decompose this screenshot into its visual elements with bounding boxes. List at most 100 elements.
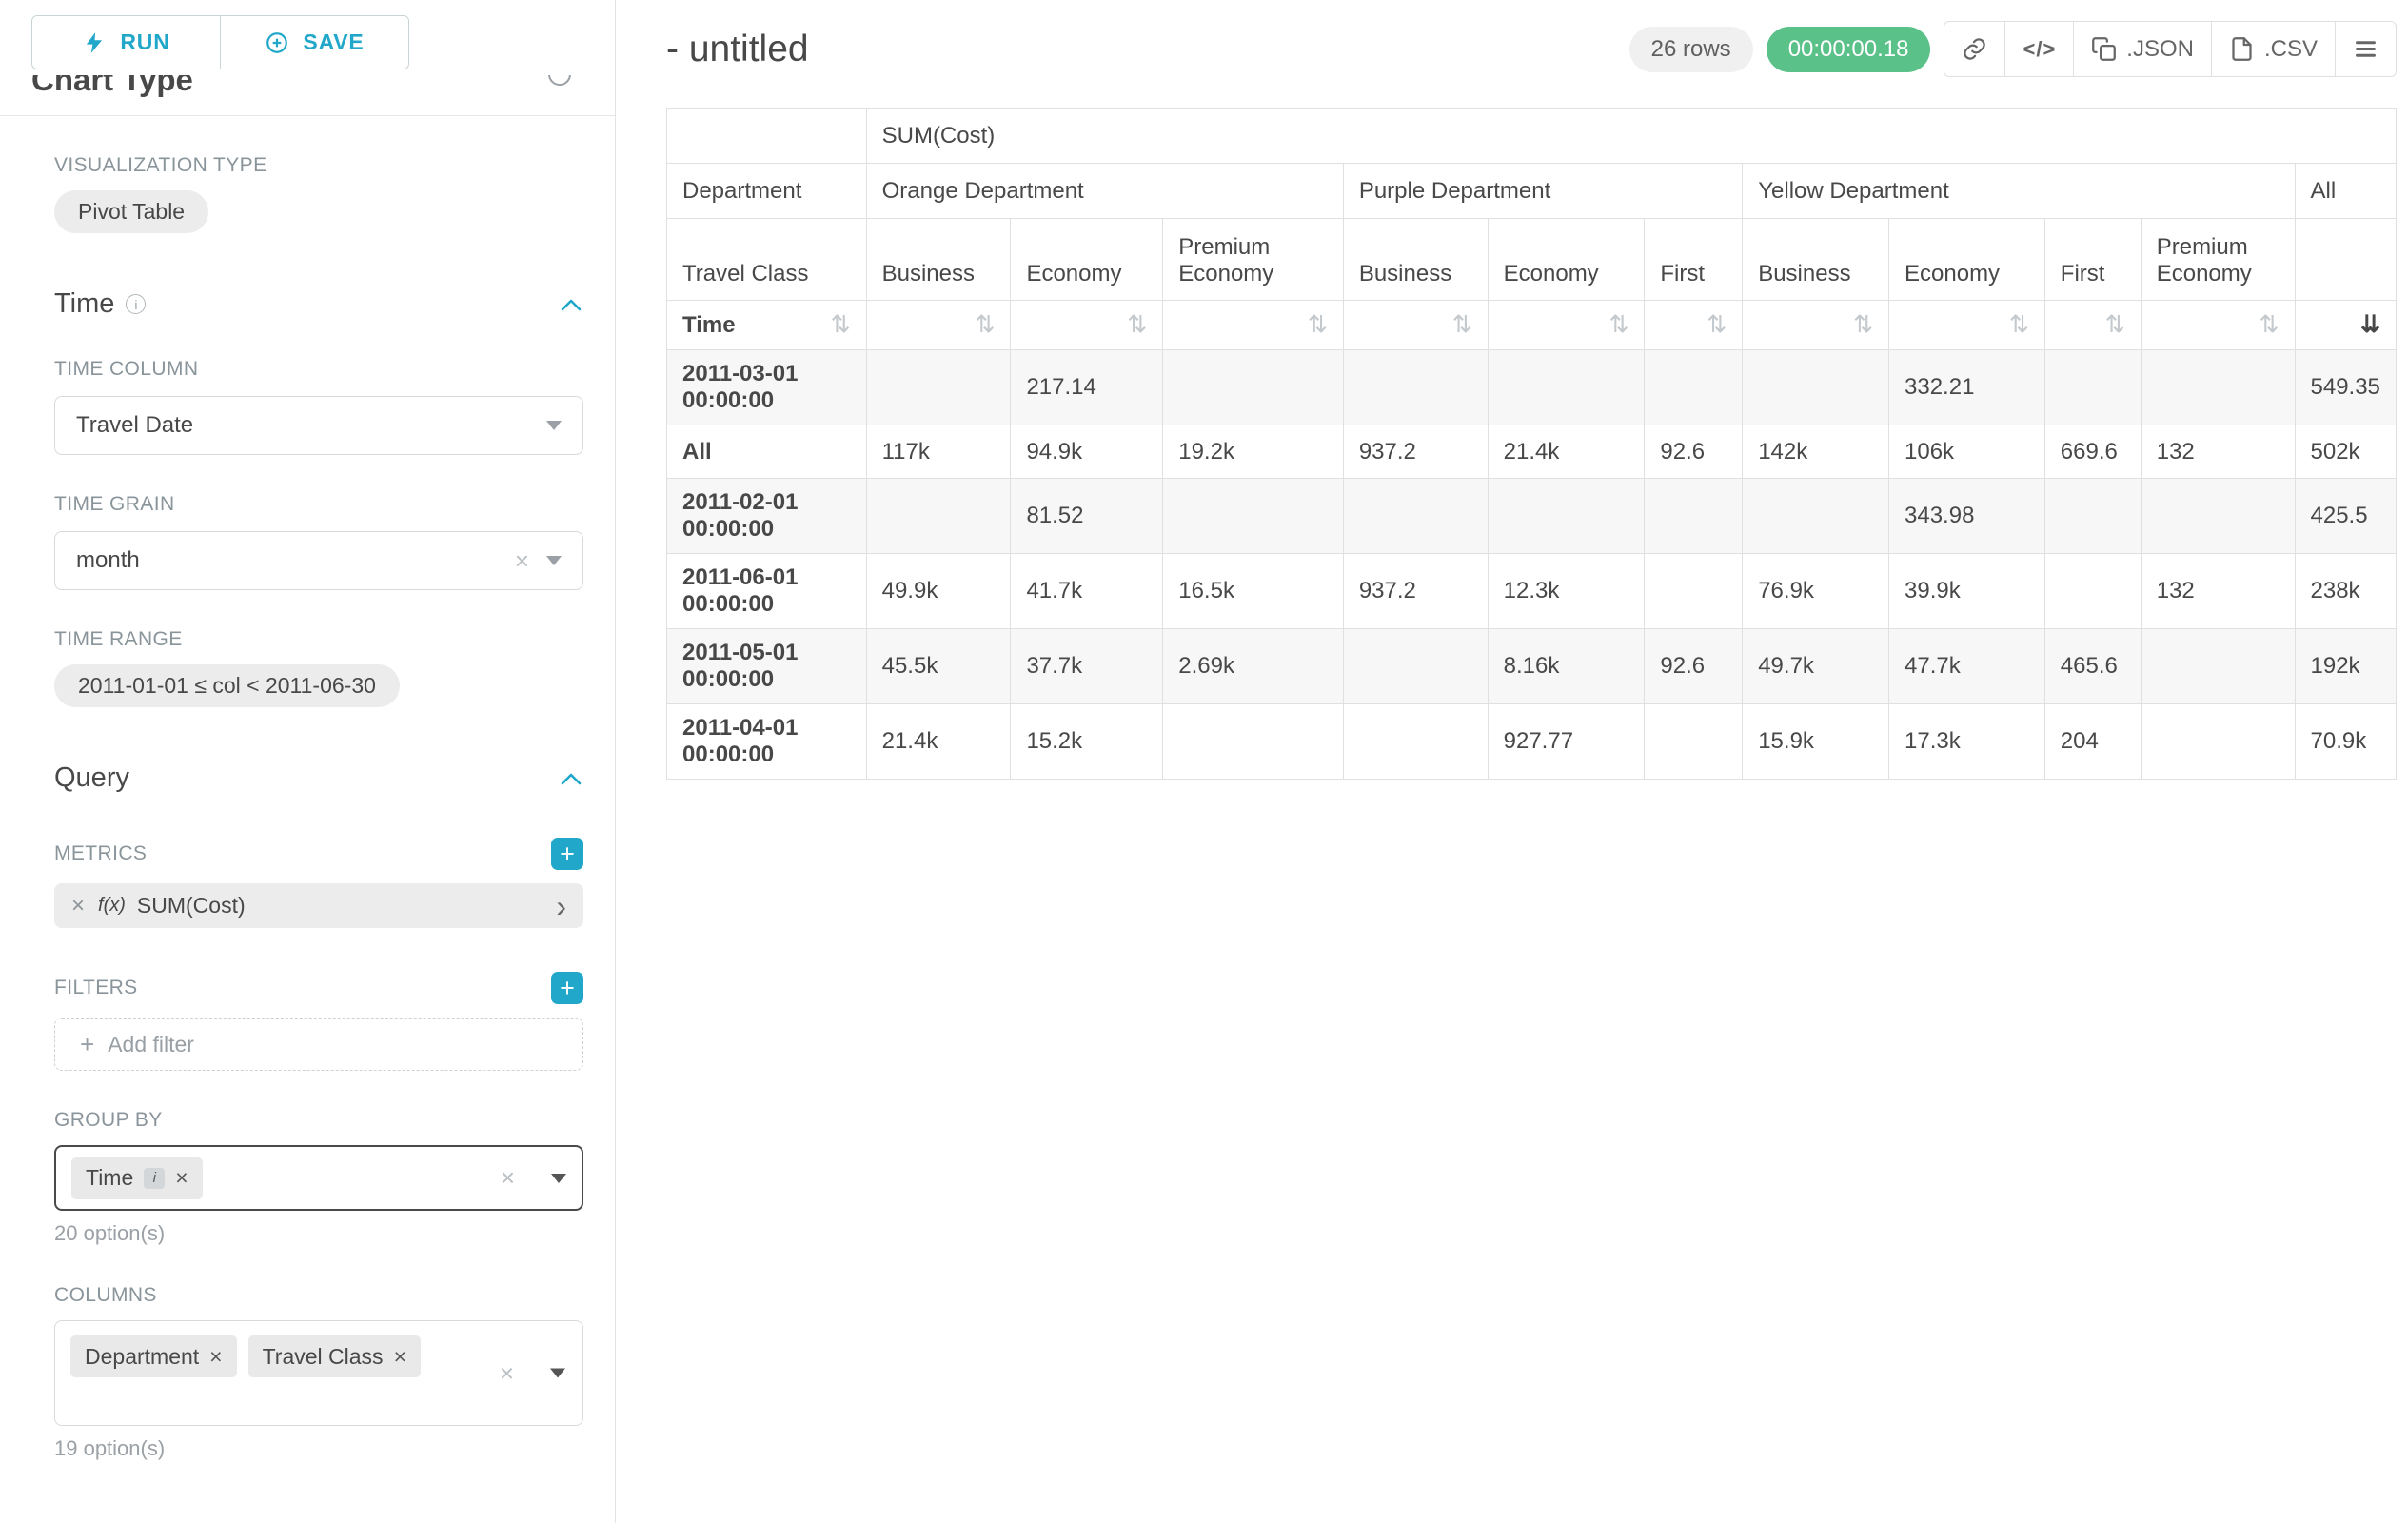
pivot-data-row: 2011-02-01 00:00:0081.52343.98425.5 (667, 479, 2397, 554)
pivot-value-cell: 15.9k (1743, 704, 1889, 780)
pivot-value-cell: 142k (1743, 425, 1889, 479)
pivot-row-header: All (667, 425, 867, 479)
export-json-button[interactable]: .JSON (2073, 21, 2212, 77)
columns-tag: Travel Class × (248, 1335, 421, 1377)
time-header-content: Time ⇅ (682, 312, 851, 339)
filters-label: FILTERS (54, 977, 138, 999)
pivot-sort-cell: ⇅ (1163, 301, 1344, 350)
sort-icon[interactable]: ⇅ (831, 313, 851, 337)
sort-icon[interactable]: ⇅ (2105, 313, 2125, 337)
pivot-value-cell: 204 (2044, 704, 2141, 780)
add-metric-button[interactable]: + (551, 838, 583, 870)
chevron-up-icon[interactable] (559, 770, 583, 787)
time-range-value[interactable]: 2011-01-01 ≤ col < 2011-06-30 (54, 664, 400, 707)
sort-icon[interactable]: ⇅ (975, 313, 995, 337)
pivot-value-cell: 21.4k (866, 704, 1011, 780)
remove-metric-icon[interactable]: × (71, 893, 85, 920)
pivot-class-header: First (2044, 219, 2141, 301)
pivot-value-cell: 76.9k (1743, 554, 1889, 629)
pivot-class-header: Business (1343, 219, 1488, 301)
pivot-sort-cell: ⇅ (1645, 301, 1743, 350)
add-filter-plus-button[interactable]: + (551, 972, 583, 1004)
code-icon: </> (2023, 37, 2056, 62)
sort-icon[interactable]: ⇅ (2009, 313, 2029, 337)
share-link-button[interactable] (1944, 21, 2005, 77)
link-icon (1962, 36, 1987, 62)
chart-type-header: Chart Type (0, 75, 615, 102)
pivot-value-cell: 937.2 (1343, 554, 1488, 629)
columns-tag-label: Department (85, 1344, 199, 1370)
sort-icon[interactable]: ⇅ (1707, 313, 1727, 337)
sort-cell-content: ⇅ (1758, 313, 1873, 337)
time-section-header[interactable]: Time i (54, 288, 583, 320)
sort-cell-content: ⇅ (1026, 313, 1147, 337)
metric-item[interactable]: × f(x) SUM(Cost) › (54, 883, 583, 928)
pivot-value-cell: 47.7k (1889, 629, 2045, 704)
more-options-button[interactable] (2335, 21, 2397, 77)
time-section-title: Time (54, 288, 114, 320)
caret-right-icon[interactable]: › (556, 891, 566, 921)
add-filter-button[interactable]: + Add filter (54, 1018, 583, 1071)
view-query-button[interactable]: </> (2004, 21, 2074, 77)
clear-icon[interactable]: × (501, 1163, 515, 1193)
time-column-label: TIME COLUMN (54, 358, 583, 381)
pivot-value-cell: 132 (2141, 554, 2295, 629)
time-grain-value: month (76, 547, 140, 574)
sort-icon[interactable]: ⇅ (1853, 313, 1873, 337)
pivot-group-header: Purple Department (1343, 164, 1742, 219)
control-panel: RUN SAVE Chart Type VISUALIZATION TYPE P… (0, 0, 616, 1523)
sort-desc-icon[interactable]: ⇊ (2360, 313, 2380, 337)
pivot-row-total-cell: 70.9k (2295, 704, 2397, 780)
sort-icon[interactable]: ⇅ (1127, 313, 1147, 337)
sort-icon[interactable]: ⇅ (2260, 313, 2280, 337)
query-section-header[interactable]: Query (54, 762, 583, 794)
pivot-sort-cell-all: ⇊ (2295, 301, 2397, 350)
group-by-select[interactable]: Time i × × (54, 1145, 583, 1211)
visualization-type-value[interactable]: Pivot Table (54, 190, 208, 233)
file-icon (2229, 36, 2255, 62)
export-csv-button[interactable]: .CSV (2211, 21, 2336, 77)
pivot-value-cell: 92.6 (1645, 629, 1743, 704)
sort-cell-content: ⇅ (1178, 313, 1328, 337)
pivot-corner-blank-cell (667, 109, 867, 164)
pivot-value-cell (866, 350, 1011, 425)
remove-tag-icon[interactable]: × (394, 1344, 406, 1370)
pivot-value-cell (1645, 704, 1743, 780)
pivot-row-header: 2011-06-01 00:00:00 (667, 554, 867, 629)
pivot-data-row: All117k94.9k19.2k937.221.4k92.6142k106k6… (667, 425, 2397, 479)
sort-icon[interactable]: ⇅ (1452, 313, 1472, 337)
sort-icon[interactable]: ⇅ (1609, 313, 1628, 337)
chevron-down-icon (550, 1369, 565, 1378)
time-label: Time (682, 312, 736, 339)
pivot-value-cell: 669.6 (2044, 425, 2141, 479)
pivot-value-cell (2044, 554, 2141, 629)
sort-icon[interactable]: ⇅ (1308, 313, 1328, 337)
run-button[interactable]: RUN (31, 15, 221, 69)
sort-cell-content: ⇅ (882, 313, 996, 337)
pivot-row-total-cell: 192k (2295, 629, 2397, 704)
pivot-row-total-cell: 238k (2295, 554, 2397, 629)
chevron-down-icon (551, 1174, 566, 1183)
csv-button-label: .CSV (2264, 36, 2318, 63)
chevron-down-icon (546, 556, 562, 565)
time-column-select[interactable]: Travel Date (54, 396, 583, 455)
pivot-group-header: Orange Department (866, 164, 1343, 219)
pivot-value-cell: 19.2k (1163, 425, 1344, 479)
clear-icon[interactable]: × (500, 1358, 514, 1388)
chart-title[interactable]: - untitled (666, 29, 809, 70)
group-by-label: GROUP BY (54, 1109, 583, 1132)
remove-tag-icon[interactable]: × (175, 1165, 188, 1191)
columns-select[interactable]: Department × Travel Class × × (54, 1320, 583, 1426)
group-by-tag-label: Time (86, 1165, 133, 1191)
remove-tag-icon[interactable]: × (209, 1344, 222, 1370)
clear-icon[interactable]: × (515, 546, 529, 576)
pivot-class-header: Economy (1011, 219, 1163, 301)
save-button[interactable]: SAVE (220, 15, 409, 69)
pivot-value-cell: 106k (1889, 425, 2045, 479)
header-actions: 26 rows 00:00:00.18 </> .JSON . (1629, 21, 2397, 77)
chevron-up-icon[interactable] (559, 296, 583, 313)
metric-name: SUM(Cost) (137, 893, 246, 919)
sort-cell-content: ⇅ (2157, 313, 2280, 337)
time-grain-select[interactable]: month × (54, 531, 583, 590)
divider (0, 115, 615, 116)
